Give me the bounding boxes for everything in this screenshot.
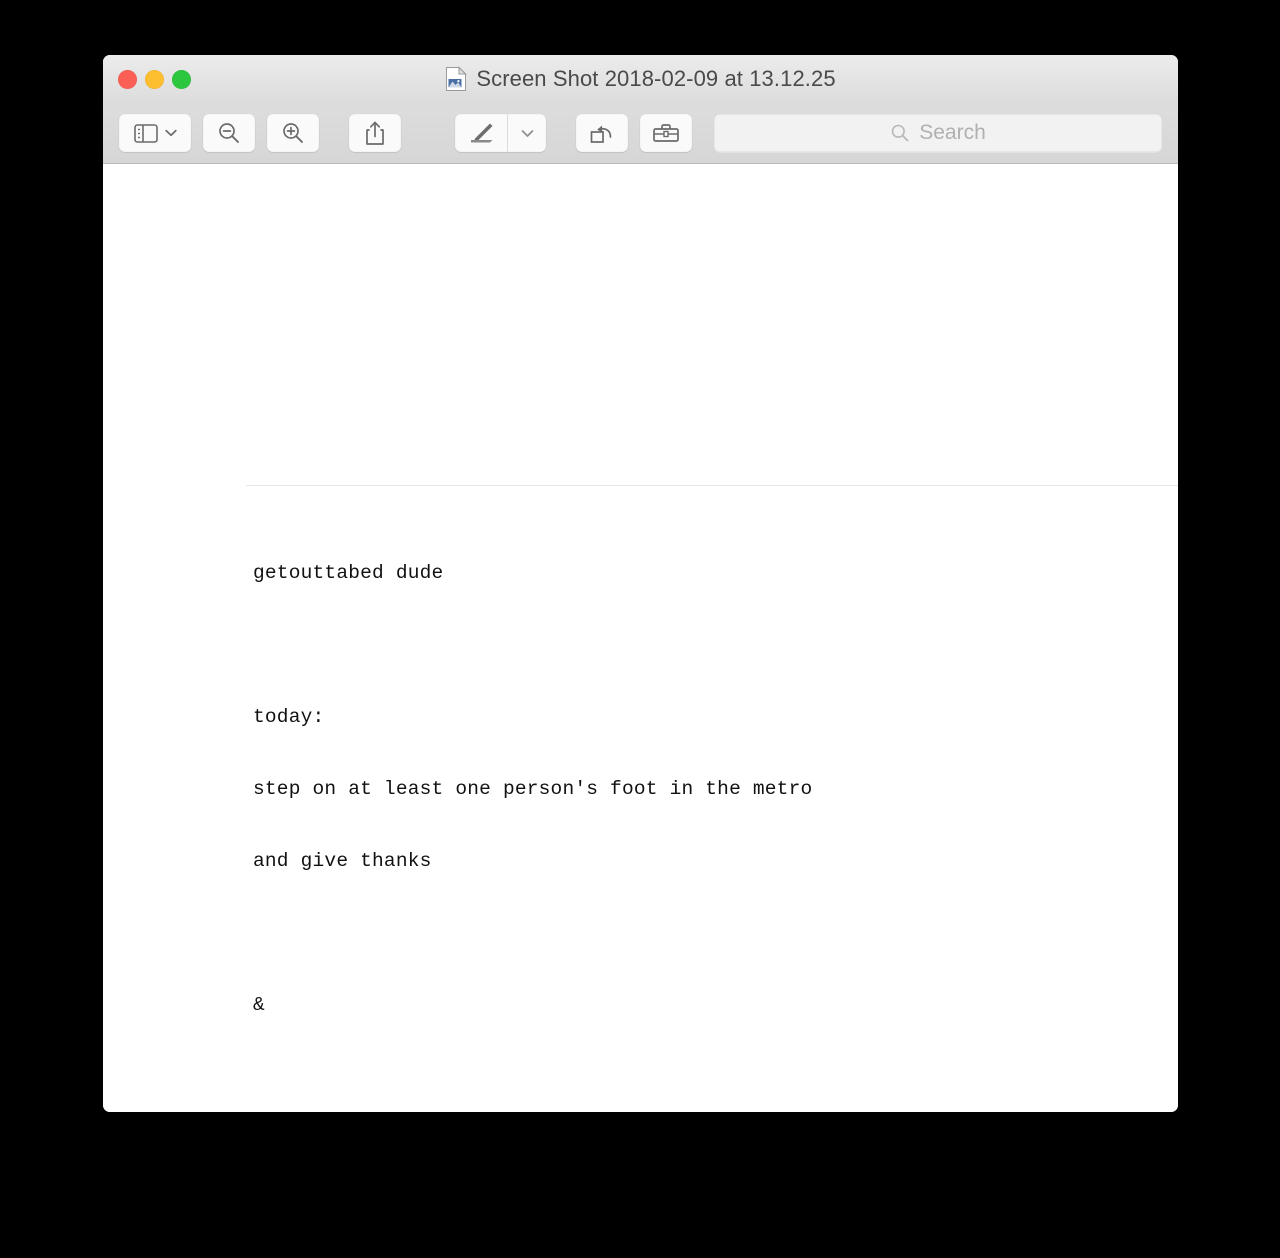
chevron-down-icon	[521, 129, 533, 137]
poem-line: today:	[253, 706, 325, 728]
search-placeholder: Search	[919, 121, 986, 144]
poem-line: step on at least one person's foot in th…	[253, 778, 813, 800]
poem-blank-line	[253, 921, 872, 945]
toolbox-icon	[653, 124, 679, 142]
sidebar-icon	[133, 123, 158, 143]
markup-pen-icon	[471, 123, 493, 143]
rotate-left-icon	[590, 125, 612, 143]
markup-button-group	[455, 114, 546, 152]
window-title-group: Screen Shot 2018-02-09 at 13.12.25	[445, 66, 836, 92]
zoom-button[interactable]	[172, 69, 191, 89]
window-titlebar[interactable]: Screen Shot 2018-02-09 at 13.12.25	[103, 55, 1178, 103]
page-separator	[246, 485, 1178, 486]
poem-line: &	[253, 994, 265, 1016]
poem-text: getouttabed dude today: step on at least…	[253, 513, 872, 1112]
share-icon	[366, 121, 384, 145]
poem-line: getouttabed dude	[253, 562, 444, 584]
zoom-out-button[interactable]	[203, 114, 255, 152]
chevron-down-icon	[164, 129, 177, 137]
sidebar-toggle-button[interactable]	[119, 114, 191, 152]
window-controls	[118, 55, 191, 103]
search-field[interactable]: Search	[714, 114, 1162, 152]
rotate-left-button[interactable]	[576, 114, 628, 152]
zoom-in-icon	[283, 123, 303, 143]
poem-blank-line	[253, 1065, 872, 1089]
close-button[interactable]	[118, 69, 137, 89]
poem-line: and give thanks	[253, 850, 432, 872]
minimize-button[interactable]	[145, 69, 164, 89]
markup-button[interactable]	[455, 114, 507, 152]
markup-options-button[interactable]	[507, 114, 546, 152]
desktop-background: Screen Shot 2018-02-09 at 13.12.25 Searc…	[0, 0, 1280, 1258]
share-button[interactable]	[349, 114, 401, 152]
search-icon	[891, 124, 909, 142]
zoom-out-icon	[219, 123, 239, 143]
document-view[interactable]: getouttabed dude today: step on at least…	[103, 164, 1178, 1112]
preview-toolbar: Search	[103, 103, 1178, 164]
markup-toolbar-button[interactable]	[640, 114, 692, 152]
poem-blank-line	[253, 633, 872, 657]
preview-window: Screen Shot 2018-02-09 at 13.12.25 Searc…	[103, 55, 1178, 1112]
window-title: Screen Shot 2018-02-09 at 13.12.25	[476, 66, 836, 91]
zoom-in-button[interactable]	[267, 114, 319, 152]
image-document-icon	[446, 66, 468, 91]
